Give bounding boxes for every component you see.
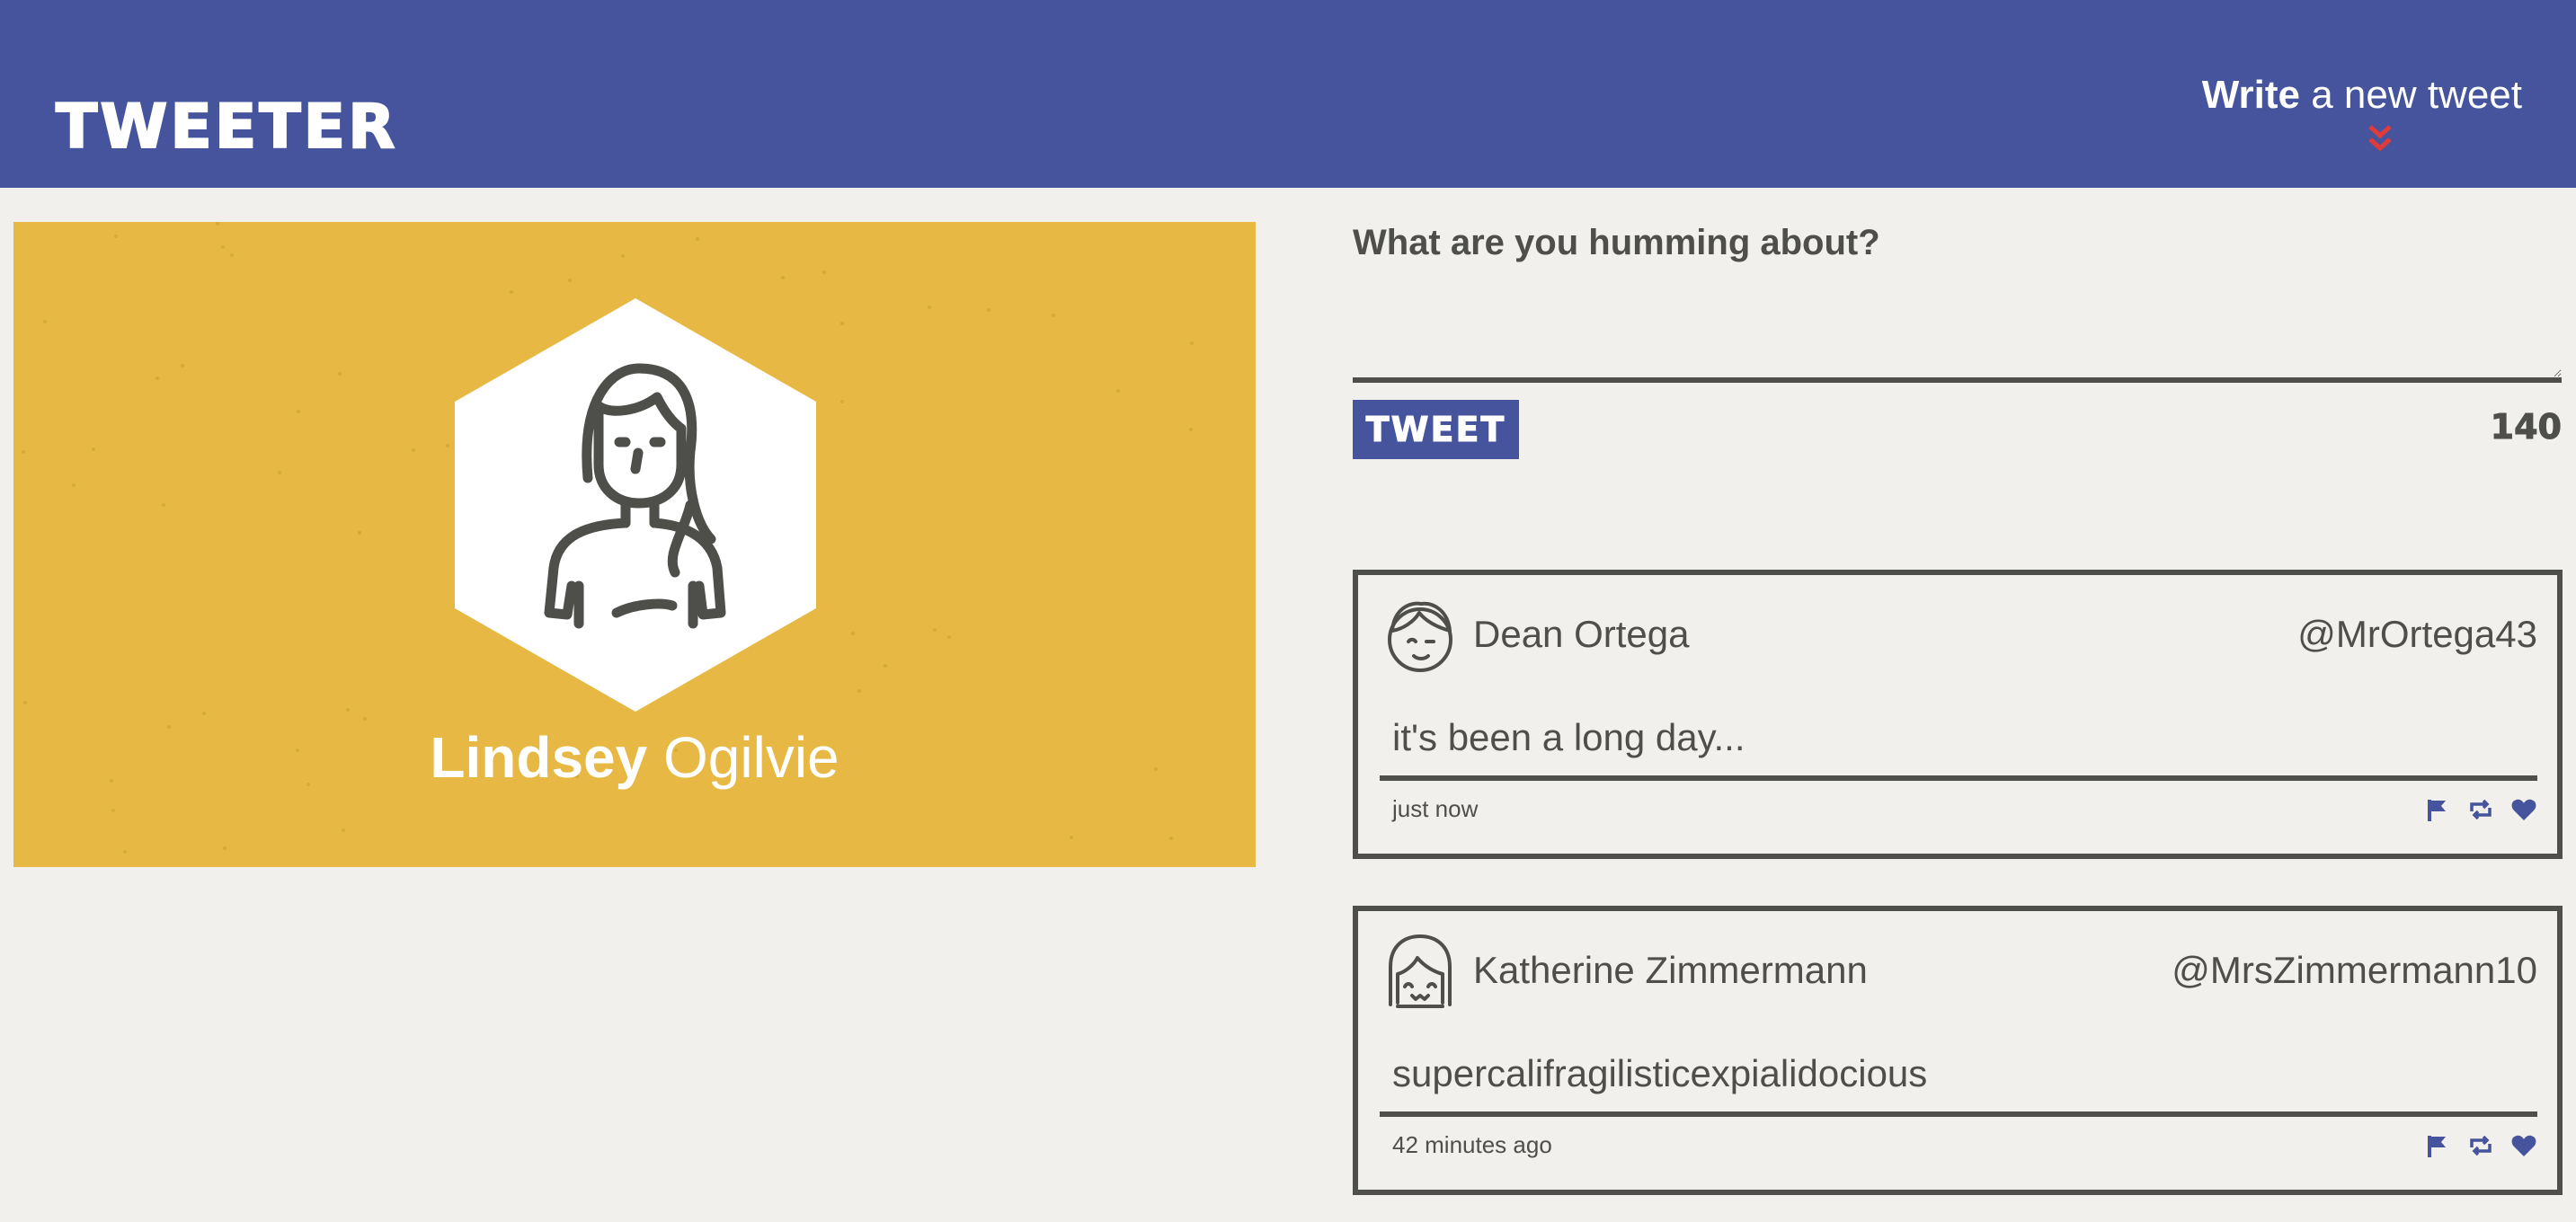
heart-icon[interactable] bbox=[2510, 796, 2537, 823]
texture-speck bbox=[202, 712, 206, 715]
texture-speck bbox=[851, 632, 855, 635]
texture-speck bbox=[297, 410, 300, 413]
texture-speck bbox=[822, 270, 826, 274]
texture-speck bbox=[155, 376, 159, 380]
texture-speck bbox=[162, 503, 165, 507]
texture-speck bbox=[1190, 341, 1194, 345]
texture-speck bbox=[840, 400, 844, 403]
new-tweet-text: a new tweet bbox=[2299, 73, 2522, 117]
texture-speck bbox=[987, 308, 990, 312]
tweet-card: Dean Ortega @MrOrtega43 it's been a long… bbox=[1353, 570, 2563, 859]
retweet-icon[interactable] bbox=[2467, 796, 2494, 823]
flag-icon[interactable] bbox=[2424, 1132, 2451, 1159]
tweet-author-name: Katherine Zimmermann bbox=[1473, 949, 1868, 991]
texture-speck bbox=[181, 364, 184, 367]
texture-speck bbox=[23, 701, 27, 704]
texture-speck bbox=[857, 689, 861, 693]
tweet-divider bbox=[1380, 775, 2537, 781]
texture-speck bbox=[928, 306, 931, 309]
tweet-timestamp: 42 minutes ago bbox=[1392, 1131, 1552, 1158]
texture-speck bbox=[358, 531, 361, 535]
texture-speck bbox=[781, 276, 785, 279]
tweet-card: Katherine Zimmermann @MrsZimmermann10 su… bbox=[1353, 906, 2563, 1195]
texture-speck bbox=[92, 447, 95, 451]
texture-speck bbox=[342, 828, 345, 832]
texture-speck bbox=[278, 471, 281, 474]
texture-speck bbox=[223, 846, 227, 850]
texture-speck bbox=[114, 235, 118, 238]
compose-prompt: What are you humming about? bbox=[1353, 223, 1880, 262]
write-new-tweet-label: Write a new tweet bbox=[2198, 70, 2522, 120]
character-counter: 140 bbox=[2490, 407, 2562, 447]
tweet-author-handle[interactable]: @MrOrtega43 bbox=[2297, 607, 2537, 661]
girl-avatar-icon bbox=[1389, 934, 1452, 1008]
flag-icon[interactable] bbox=[2424, 796, 2451, 823]
retweet-icon[interactable] bbox=[2467, 1132, 2494, 1159]
texture-speck bbox=[1052, 314, 1055, 317]
top-nav-bar: TWEETER Write a new tweet bbox=[0, 0, 2576, 188]
tweet-actions bbox=[2424, 1132, 2537, 1163]
texture-speck bbox=[446, 444, 449, 447]
profile-last-name: Ogilvie bbox=[647, 725, 839, 790]
texture-speck bbox=[1169, 837, 1173, 840]
tweet-divider bbox=[1380, 1111, 2537, 1117]
texture-speck bbox=[230, 253, 234, 257]
texture-speck bbox=[72, 483, 76, 487]
texture-speck bbox=[346, 708, 350, 712]
texture-speck bbox=[412, 448, 415, 452]
texture-speck bbox=[43, 320, 47, 323]
texture-speck bbox=[1070, 836, 1073, 839]
texture-speck bbox=[947, 635, 951, 639]
texture-speck bbox=[22, 450, 25, 454]
texture-speck bbox=[111, 809, 115, 812]
brand-logo: TWEETER bbox=[55, 92, 398, 163]
texture-speck bbox=[621, 254, 625, 258]
texture-speck bbox=[1189, 428, 1193, 431]
tweet-text-input[interactable] bbox=[1353, 297, 2562, 383]
tweet-author-name: Dean Ortega bbox=[1473, 613, 1690, 655]
texture-speck bbox=[696, 237, 699, 241]
texture-speck bbox=[221, 245, 225, 249]
write-new-tweet-toggle[interactable]: Write a new tweet bbox=[2198, 70, 2522, 156]
texture-speck bbox=[216, 222, 219, 226]
tweet-author-handle[interactable]: @MrsZimmermann10 bbox=[2172, 943, 2537, 997]
texture-speck bbox=[933, 628, 937, 632]
profile-name: Lindsey Ogilvie bbox=[13, 722, 1256, 793]
texture-speck bbox=[123, 850, 127, 854]
texture-speck bbox=[510, 290, 513, 294]
tweet-submit-button[interactable]: TWEET bbox=[1353, 400, 1519, 459]
texture-speck bbox=[1116, 389, 1120, 393]
tweet-text: it's been a long day... bbox=[1392, 716, 1745, 758]
texture-speck bbox=[338, 372, 342, 376]
man-avatar-icon bbox=[1388, 601, 1452, 672]
texture-speck bbox=[884, 664, 887, 668]
texture-speck bbox=[840, 322, 844, 325]
heart-icon[interactable] bbox=[2510, 1132, 2537, 1159]
write-bold: Write bbox=[2201, 73, 2300, 117]
tweet-timestamp: just now bbox=[1392, 795, 1479, 822]
profile-banner: Lindsey Ogilvie bbox=[13, 222, 1256, 867]
texture-speck bbox=[568, 279, 572, 282]
woman-avatar-icon bbox=[455, 298, 816, 712]
tweet-actions bbox=[2424, 796, 2537, 827]
double-chevron-down-icon[interactable] bbox=[2362, 120, 2398, 156]
texture-speck bbox=[363, 717, 367, 721]
tweet-text: supercalifragilisticexpialidocious bbox=[1392, 1052, 1928, 1094]
profile-first-name: Lindsey bbox=[430, 725, 648, 790]
